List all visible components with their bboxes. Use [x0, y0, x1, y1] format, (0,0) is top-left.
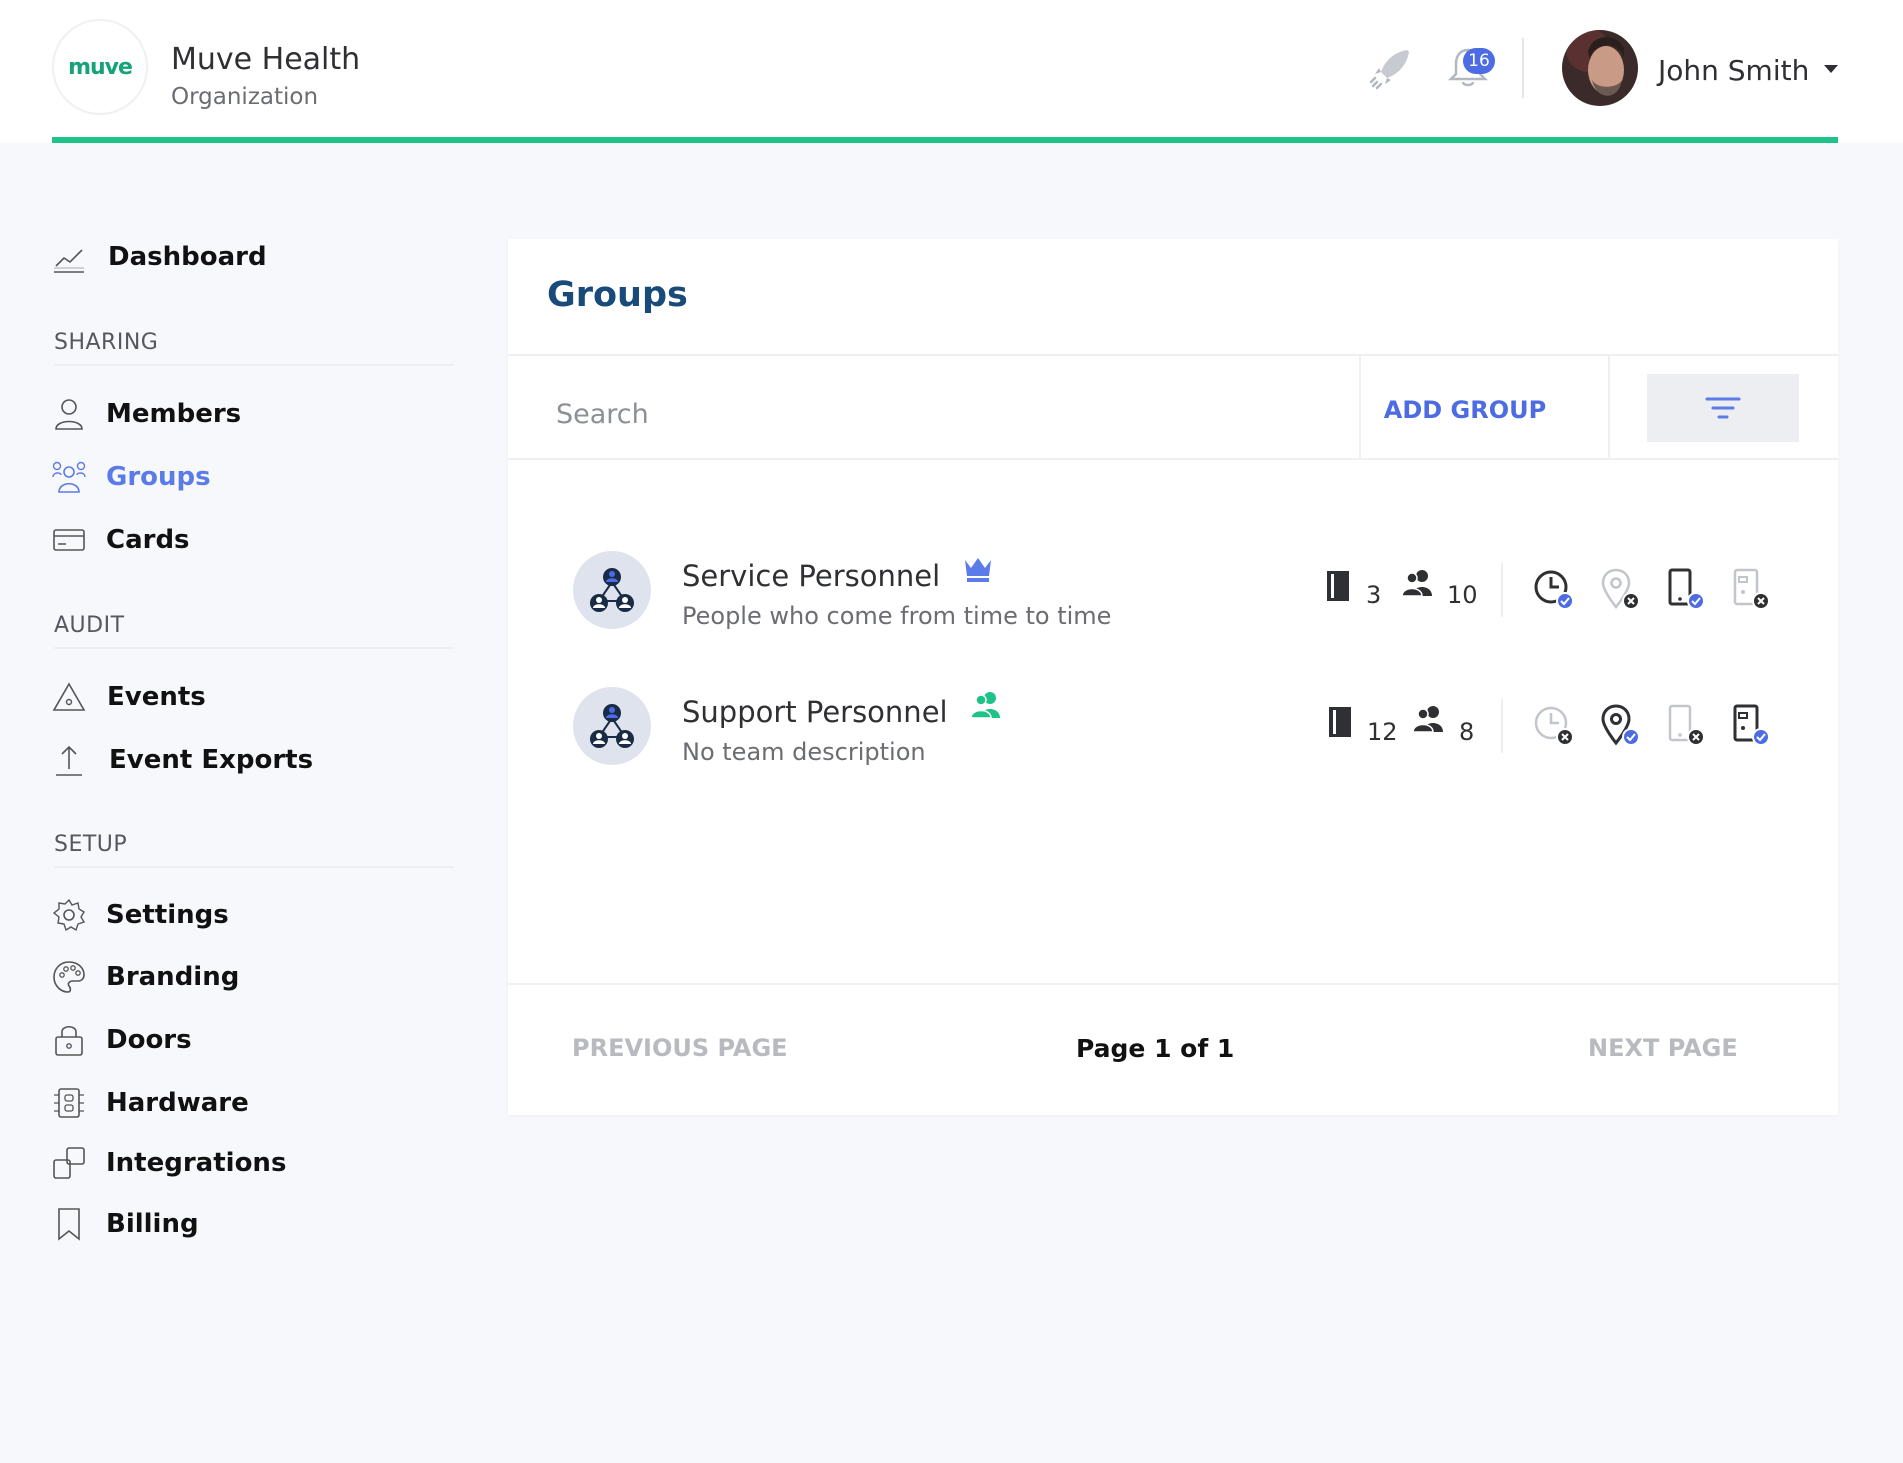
page-title: Groups: [547, 275, 688, 315]
chip-icon: [54, 1088, 84, 1118]
mobile-disabled-icon[interactable]: [1664, 703, 1706, 747]
sidebar-item-label: Groups: [106, 462, 211, 492]
sidebar-item-doors[interactable]: Doors: [52, 1020, 192, 1060]
card-reader-enabled-icon[interactable]: [1729, 703, 1771, 747]
card-icon: [53, 529, 85, 551]
divider: [508, 458, 1838, 460]
chevron-down-icon[interactable]: [1824, 65, 1838, 73]
org-name: Muve Health: [171, 42, 361, 77]
sidebar-item-label: Events: [107, 682, 206, 712]
sidebar-item-dashboard[interactable]: Dashboard: [52, 237, 267, 277]
lock-icon: [55, 1025, 83, 1056]
sidebar-item-label: Billing: [106, 1209, 199, 1239]
gear-icon: [52, 898, 86, 932]
section-divider: [54, 866, 454, 868]
crown-icon: [965, 558, 991, 582]
group-description: No team description: [682, 738, 926, 766]
sidebar-item-label: Members: [106, 399, 242, 429]
palette-icon: [53, 961, 85, 993]
members-icon: [1401, 570, 1432, 597]
sidebar-item-members[interactable]: Members: [52, 394, 241, 434]
sidebar-item-billing[interactable]: Billing: [52, 1204, 199, 1244]
group-name[interactable]: Service Personnel: [682, 559, 940, 593]
door-count: 12: [1367, 718, 1398, 746]
section-divider: [54, 364, 454, 366]
next-page-button[interactable]: NEXT PAGE: [1588, 1034, 1738, 1062]
sidebar-item-label: Dashboard: [108, 242, 267, 272]
group-network-icon: [590, 704, 634, 748]
notification-badge: 16: [1463, 48, 1495, 74]
divider: [1501, 699, 1503, 753]
sidebar-item-integrations[interactable]: Integrations: [52, 1143, 286, 1183]
sidebar-item-cards[interactable]: Cards: [52, 520, 190, 560]
logo-text: muve: [68, 54, 133, 80]
previous-page-button[interactable]: PREVIOUS PAGE: [572, 1034, 788, 1062]
sidebar-item-event-exports[interactable]: Event Exports: [52, 740, 313, 780]
section-label-audit: AUDIT: [54, 613, 125, 638]
sidebar-item-groups[interactable]: Groups: [52, 457, 211, 497]
sidebar-item-label: Integrations: [106, 1148, 287, 1178]
divider: [1501, 563, 1503, 617]
avatar[interactable]: [1562, 30, 1638, 106]
bookmark-icon: [58, 1208, 80, 1241]
search-input[interactable]: [556, 389, 1316, 439]
filter-button[interactable]: [1647, 374, 1799, 442]
group-description: People who come from time to time: [682, 602, 1112, 630]
integrations-icon: [53, 1147, 85, 1179]
upload-icon: [56, 745, 82, 776]
top-bar-accent-line: [52, 137, 1838, 143]
user-name[interactable]: John Smith: [1658, 54, 1809, 87]
location-enabled-icon[interactable]: [1599, 703, 1641, 747]
sidebar-item-events[interactable]: Events: [52, 677, 206, 717]
schedule-disabled-icon[interactable]: [1533, 703, 1575, 747]
person-icon: [55, 399, 83, 430]
group-icon: [52, 461, 86, 493]
sidebar-item-label: Doors: [106, 1025, 192, 1055]
divider: [508, 983, 1838, 985]
door-icon: [1327, 571, 1349, 601]
section-divider: [54, 647, 454, 649]
org-logo[interactable]: muve: [52, 19, 148, 115]
divider: [508, 354, 1838, 356]
card-reader-disabled-icon[interactable]: [1729, 567, 1771, 611]
team-icon: [970, 692, 1000, 719]
org-subtitle: Organization: [171, 84, 319, 110]
page-indicator: Page 1 of 1: [1076, 1034, 1235, 1063]
groups-card: Groups ADD GROUP Service Personnel Peopl…: [508, 239, 1838, 1115]
schedule-enabled-icon[interactable]: [1533, 567, 1575, 611]
sidebar-item-settings[interactable]: Settings: [52, 895, 229, 935]
chart-line-icon: [54, 249, 84, 273]
group-avatar: [573, 687, 651, 765]
warning-triangle-icon: [52, 682, 86, 711]
divider: [1608, 355, 1610, 458]
group-avatar: [573, 551, 651, 629]
location-disabled-icon[interactable]: [1599, 567, 1641, 611]
sidebar-item-label: Hardware: [106, 1088, 249, 1118]
member-count: 8: [1459, 718, 1475, 746]
section-label-sharing: SHARING: [54, 330, 159, 355]
list-item[interactable]: Service Personnel People who come from t…: [508, 551, 1838, 661]
sidebar-item-branding[interactable]: Branding: [52, 957, 239, 997]
door-icon: [1329, 707, 1351, 737]
sidebar-item-label: Settings: [106, 900, 229, 930]
sidebar-item-label: Branding: [106, 962, 240, 992]
member-count: 10: [1447, 581, 1478, 609]
rocket-icon[interactable]: [1367, 44, 1415, 92]
header-divider: [1522, 38, 1524, 98]
filter-icon: [1705, 397, 1741, 419]
group-network-icon: [590, 568, 634, 612]
section-label-setup: SETUP: [54, 832, 128, 857]
list-item[interactable]: Support Personnel No team description 12…: [508, 687, 1838, 797]
sidebar-item-hardware[interactable]: Hardware: [52, 1083, 249, 1123]
mobile-enabled-icon[interactable]: [1664, 567, 1706, 611]
add-group-button[interactable]: ADD GROUP: [1360, 385, 1570, 435]
sidebar-item-label: Event Exports: [109, 745, 314, 775]
group-name[interactable]: Support Personnel: [682, 695, 948, 729]
members-icon: [1412, 706, 1443, 733]
door-count: 3: [1366, 581, 1382, 609]
sidebar-item-label: Cards: [106, 525, 190, 555]
